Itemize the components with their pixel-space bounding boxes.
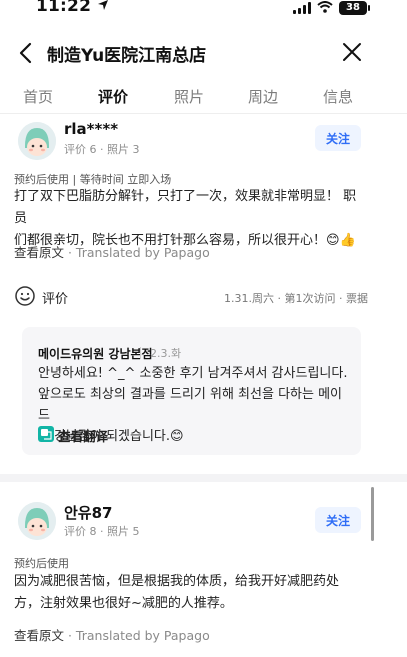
back-arrow-icon[interactable] bbox=[16, 40, 36, 66]
rating-label: 评价 bbox=[42, 292, 69, 307]
translated-by-label: · Translated by Papago bbox=[64, 628, 210, 643]
scrollbar[interactable] bbox=[371, 487, 374, 541]
tab-photos[interactable]: 照片 bbox=[174, 86, 204, 107]
reply-author: 메이드유의원 강남본점 bbox=[38, 347, 153, 361]
visit-info: 1.31.周六 · 第1次访问 · 票据 bbox=[224, 292, 368, 305]
view-translation-button[interactable]: 查看翻译 bbox=[58, 426, 108, 445]
status-icons: 38 bbox=[293, 0, 370, 17]
username[interactable]: rla**** bbox=[64, 120, 118, 138]
status-time: 11:22 bbox=[36, 0, 109, 16]
avatar[interactable] bbox=[18, 122, 56, 160]
tab-bar: 首页 评价 照片 周边 信息 bbox=[0, 80, 407, 114]
review-body: 因为减肥很苦恼，但是根据我的体质，给我开好减肥药处 方，注射效果也很好~减肥的人… bbox=[14, 571, 364, 615]
review-tags: 预约后使用 | 等待时间 立即入场 bbox=[14, 173, 172, 186]
location-arrow-icon bbox=[97, 0, 109, 16]
follow-button[interactable]: 关注 bbox=[315, 507, 361, 533]
smile-icon bbox=[14, 285, 36, 307]
review-body-line: 方，注射效果也很好~减肥的人推荐。 bbox=[14, 596, 233, 611]
reply-line: 앞으로도 최상의 결과를 드리기 위해 최선을 다하는 메이드 bbox=[38, 387, 343, 423]
app-screen: 11:22 38 制造Yu医院江南总店 首页 评价 照片 周边 信息 rla**… bbox=[0, 0, 407, 657]
battery-icon: 38 bbox=[339, 0, 370, 15]
avatar[interactable] bbox=[18, 502, 56, 540]
review-body-line: 打了双下巴脂肪分解针，只打了一次，效果就非常明显！ 职员 bbox=[14, 189, 357, 226]
owner-reply: 메이드유의원 강남본점 2.3.화 안녕하세요! ^_^ 소중한 후기 남겨주셔… bbox=[22, 327, 361, 455]
wifi-icon bbox=[317, 0, 333, 17]
review-body-line: 因为减肥很苦恼，但是根据我的体质，给我开好减肥药处 bbox=[14, 574, 340, 589]
view-original-link[interactable]: 查看原文 · Translated by Papago bbox=[14, 242, 210, 261]
view-original-label[interactable]: 查看原文 bbox=[14, 628, 64, 643]
translate-icon[interactable] bbox=[38, 426, 54, 442]
user-stats: 评价 6 · 照片 3 bbox=[64, 143, 140, 156]
tab-reviews[interactable]: 评价 bbox=[98, 86, 128, 107]
signal-icon bbox=[293, 1, 311, 14]
reply-line: 안녕하세요! ^_^ 소중한 후기 남겨주셔서 감사드립니다. bbox=[38, 366, 348, 381]
nav-header: 制造Yu医院江南总店 bbox=[0, 36, 407, 72]
divider bbox=[140, 347, 141, 359]
battery-level: 38 bbox=[346, 2, 360, 13]
page-title: 制造Yu医院江南总店 bbox=[47, 46, 207, 66]
close-icon[interactable] bbox=[341, 41, 363, 63]
tab-home[interactable]: 首页 bbox=[23, 86, 53, 107]
username[interactable]: 안유87 bbox=[64, 502, 112, 523]
view-original-label[interactable]: 查看原文 bbox=[14, 245, 64, 260]
section-divider bbox=[0, 474, 407, 482]
tab-nearby[interactable]: 周边 bbox=[248, 86, 278, 107]
follow-button[interactable]: 关注 bbox=[315, 125, 361, 151]
view-original-link[interactable]: 查看原文 · Translated by Papago bbox=[14, 625, 210, 644]
status-bar: 11:22 38 bbox=[0, 0, 407, 20]
review-tags: 预约后使用 bbox=[14, 557, 69, 570]
user-stats: 评价 8 · 照片 5 bbox=[64, 525, 140, 538]
status-time-text: 11:22 bbox=[36, 0, 92, 16]
translated-by-label: · Translated by Papago bbox=[64, 245, 210, 260]
tab-info[interactable]: 信息 bbox=[323, 86, 353, 107]
reply-date: 2.3.화 bbox=[150, 347, 182, 360]
